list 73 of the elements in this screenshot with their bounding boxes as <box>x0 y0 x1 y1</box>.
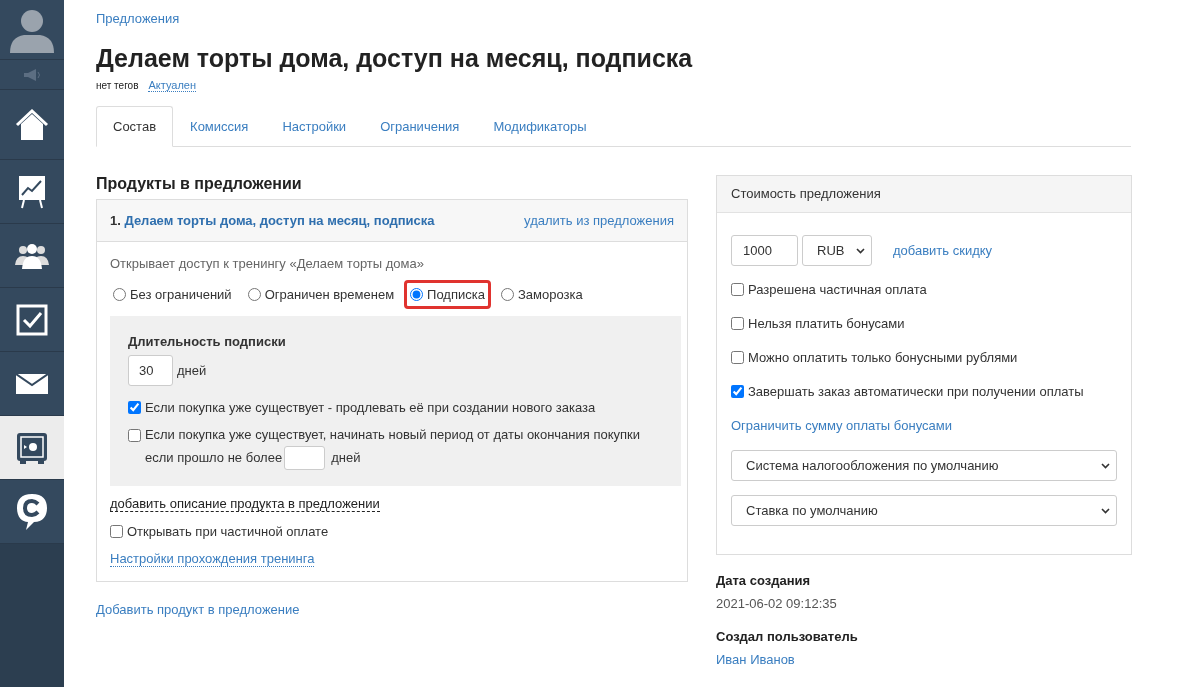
sidebar-item[interactable] <box>0 224 64 288</box>
meta-value: 2021-06-02 09:12:35 <box>716 596 838 611</box>
breadcrumb-link[interactable]: Предложения <box>96 11 180 26</box>
tags-label: нет тегов <box>96 80 139 91</box>
radio-option[interactable]: Без ограничений <box>107 280 238 309</box>
unit-label: дней <box>331 449 361 465</box>
training-settings-link[interactable]: Настройки прохождения тренинга <box>110 551 315 567</box>
checkbox[interactable] <box>110 525 123 538</box>
section-heading: Продукты в предложении <box>96 175 303 193</box>
sidebar-item[interactable] <box>0 90 64 160</box>
mail-icon <box>16 373 48 394</box>
safe-icon <box>16 431 48 464</box>
home-icon <box>15 108 49 141</box>
checkbox-icon <box>16 303 48 336</box>
chevron-icon <box>856 247 865 254</box>
add-description-link[interactable]: добавить описание продукта в предложении <box>110 496 380 512</box>
checkbox-option[interactable]: Разрешена частичная оплата <box>731 282 927 297</box>
meta-label: Дата создания <box>716 573 812 588</box>
sidebar-item[interactable] <box>0 288 64 352</box>
product-name: 1. Делаем торты дома, доступ на месяц, подписка <box>110 213 435 228</box>
limit-bonus-link[interactable]: Ограничить сумму оплаты бонусами <box>731 418 952 433</box>
radio-button[interactable] <box>410 288 424 301</box>
radio-option[interactable]: Подписка <box>404 280 491 309</box>
panel-header: Стоимость предложения <box>717 176 1131 213</box>
user-link[interactable]: Иван Иванов <box>716 652 795 667</box>
checkbox[interactable] <box>731 351 744 364</box>
product-description: Открывает доступ к тренингу «Делаем торты дома» <box>110 256 424 271</box>
duration-field[interactable]: 30 <box>128 355 173 386</box>
checkbox-option[interactable]: Завершать заказ автоматически при получении оплаты <box>731 384 1084 399</box>
chart-board-icon <box>18 174 46 209</box>
tab[interactable]: Комиссия <box>173 106 266 147</box>
radio-option[interactable]: Заморозка <box>494 280 589 309</box>
checkbox-option[interactable]: Можно оплатить только бонусными рублями <box>731 350 1018 365</box>
days-field[interactable] <box>284 446 326 470</box>
sidebar-item[interactable] <box>0 352 64 416</box>
duration-heading: Длительность подписки <box>128 334 287 349</box>
chevron-icon <box>1101 507 1110 514</box>
tab[interactable]: Ограничения <box>363 106 477 147</box>
tax-rate-select[interactable]: Ставка по умолчанию <box>731 495 1117 526</box>
radio-button[interactable] <box>113 288 126 301</box>
radio-button[interactable] <box>500 288 514 301</box>
checkbox-label: Если покупка уже существует, начинать новый период от даты окончания покупки <box>145 427 641 442</box>
people-icon <box>15 242 49 269</box>
radio-option[interactable]: Ограничен временем <box>241 280 401 309</box>
unit-label: дней <box>177 363 207 378</box>
checkbox[interactable] <box>731 385 744 398</box>
tax-system-select[interactable]: Система налогообложения по умолчанию <box>731 450 1117 481</box>
checkbox-label: если прошло не более <box>145 449 283 465</box>
status-link[interactable]: Актуален <box>148 79 196 92</box>
radio-button[interactable] <box>247 288 261 301</box>
checkbox-option[interactable]: Если покупка уже существует - продлевать её при создании нового заказа <box>128 400 663 415</box>
meta-label: Создал пользователь <box>716 629 859 644</box>
tab[interactable]: Модификаторы <box>476 106 604 147</box>
chevron-icon <box>1101 462 1110 469</box>
sidebar-item[interactable] <box>0 416 64 480</box>
checkbox[interactable] <box>731 283 744 296</box>
tab[interactable]: Состав <box>96 106 174 147</box>
megaphone-icon <box>22 68 42 81</box>
checkbox[interactable] <box>731 317 744 330</box>
checkbox[interactable] <box>128 429 141 442</box>
tab[interactable]: Настройки <box>265 106 364 147</box>
add-discount-link[interactable]: добавить скидку <box>893 243 993 258</box>
checkbox[interactable] <box>128 401 141 414</box>
sidebar-item[interactable] <box>0 160 64 224</box>
page-title: Делаем торты дома, доступ на месяц, подписка <box>96 44 694 73</box>
sidebar-item[interactable] <box>0 480 64 544</box>
chat-bubble-icon <box>16 492 48 531</box>
checkbox-option[interactable]: Нельзя платить бонусами <box>731 316 905 331</box>
add-product-link[interactable]: Добавить продукт в предложение <box>96 602 300 617</box>
currency-select[interactable]: RUB <box>802 235 872 266</box>
price-field[interactable]: 1000 <box>731 235 798 266</box>
remove-link[interactable]: удалить из предложения <box>524 213 674 228</box>
checkbox-option[interactable]: Открывать при частичной оплате <box>110 524 329 539</box>
